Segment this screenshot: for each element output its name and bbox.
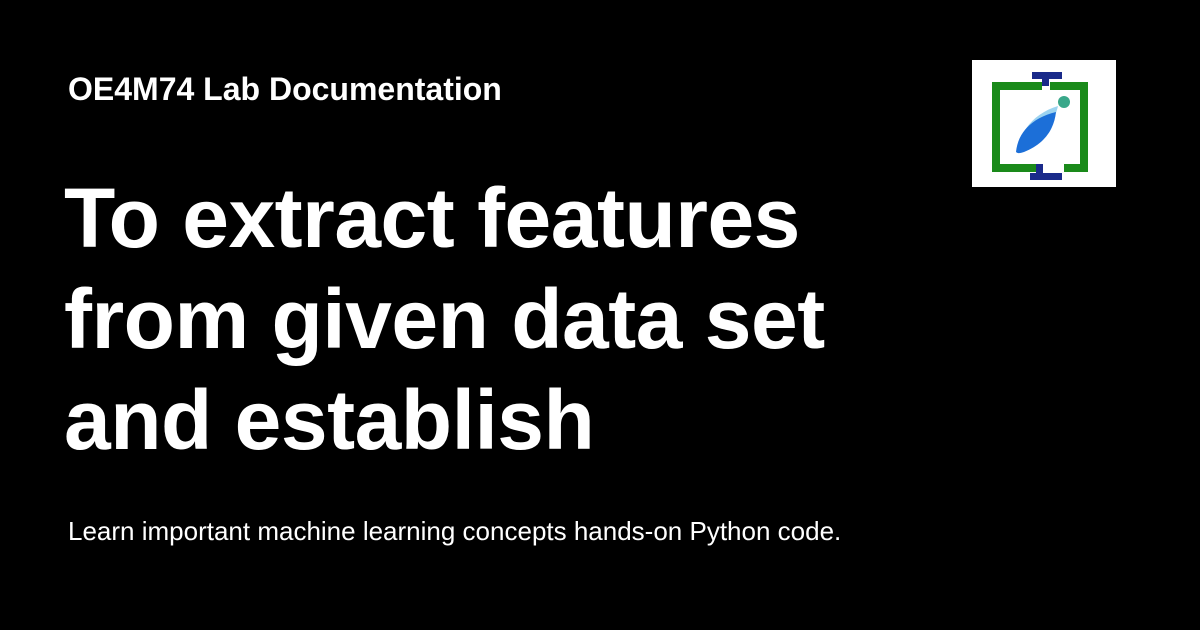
page-title: To extract features from given data set … bbox=[64, 171, 825, 467]
page-description: Learn important machine learning concept… bbox=[68, 516, 842, 546]
site-logo bbox=[972, 60, 1116, 187]
social-preview-card: OE4M74 Lab Documentation To extract feat… bbox=[0, 0, 1200, 630]
site-name: OE4M74 Lab Documentation bbox=[68, 71, 502, 107]
jupyter-book-logo-icon bbox=[992, 72, 1088, 180]
